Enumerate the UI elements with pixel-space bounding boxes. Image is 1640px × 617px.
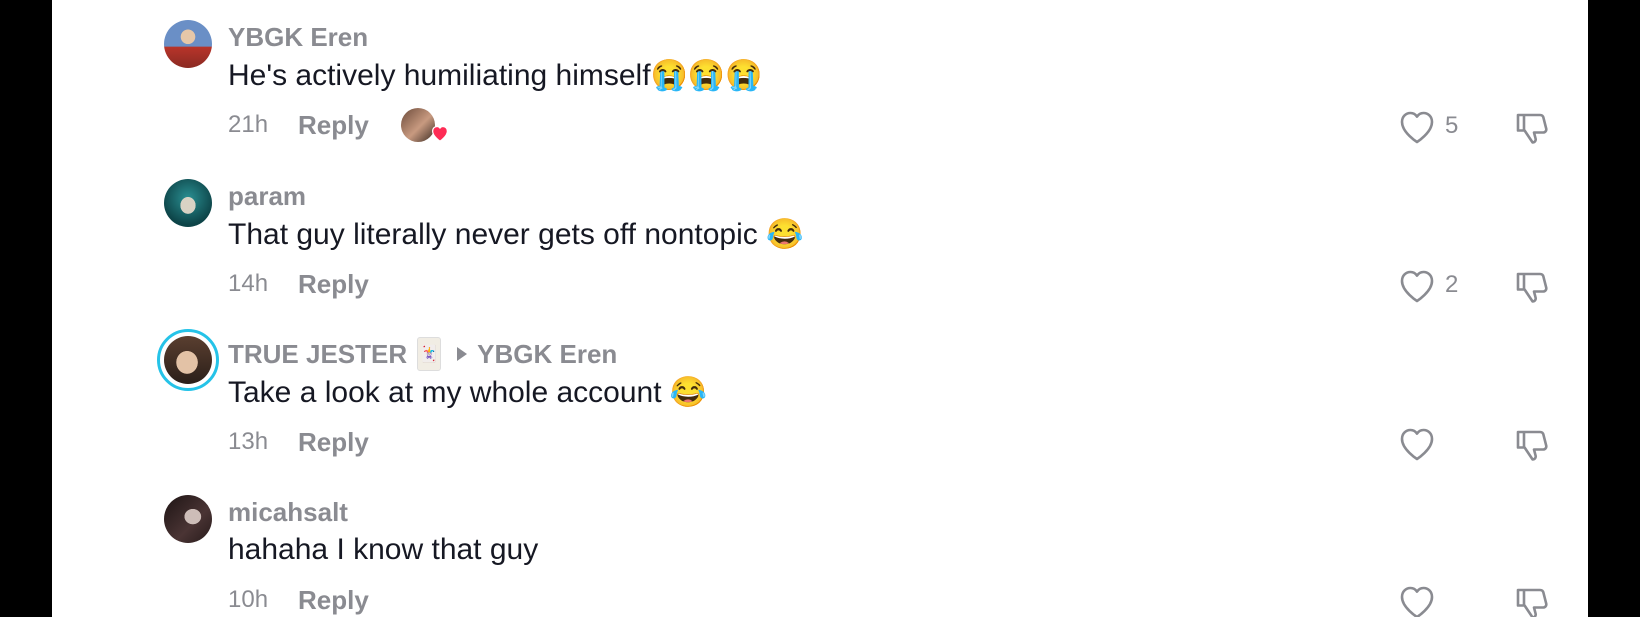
thumbs-down-outline-icon[interactable]: [1512, 267, 1552, 305]
reply-target-username[interactable]: YBGK Eren: [477, 339, 617, 370]
comment-text: He's actively humiliating himself😭😭😭: [228, 59, 763, 92]
comments-panel: YBGK Eren He's actively humiliating hims…: [52, 0, 1588, 617]
comment-text: Take a look at my whole account 😂: [228, 376, 708, 409]
username[interactable]: TRUE JESTER: [228, 339, 407, 370]
thumbs-down-outline-icon[interactable]: [1512, 425, 1552, 463]
jester-card-icon: 🃏: [417, 337, 442, 371]
thumbs-down-outline-icon[interactable]: [1512, 583, 1552, 617]
timestamp: 21h: [228, 111, 269, 138]
reply-button[interactable]: Reply: [298, 269, 369, 300]
comment-meta: 14h Reply: [228, 267, 369, 301]
heart-outline-icon[interactable]: [1397, 108, 1437, 146]
avatar-with-story-ring[interactable]: [157, 329, 219, 391]
comment-item: param That guy literally never gets off …: [52, 159, 1588, 309]
username-row: micahsalt: [228, 495, 348, 529]
avatar[interactable]: [164, 20, 212, 68]
thumbs-down-outline-icon[interactable]: [1512, 108, 1552, 146]
comment-meta: 13h Reply: [228, 425, 369, 459]
username[interactable]: param: [228, 181, 306, 212]
reply-button[interactable]: Reply: [298, 585, 369, 616]
comment-text: hahaha I know that guy: [228, 533, 539, 566]
username-row: TRUE JESTER 🃏 YBGK Eren: [228, 337, 617, 371]
comment-item: micahsalt hahaha I know that guy 10h Rep…: [52, 475, 1588, 617]
comment-text: That guy literally never gets off nontop…: [228, 218, 804, 251]
heart-outline-icon[interactable]: [1397, 425, 1437, 463]
heart-outline-icon[interactable]: [1397, 267, 1437, 305]
reply-button[interactable]: Reply: [298, 427, 369, 458]
comment-item: TRUE JESTER 🃏 YBGK Eren Take a look at m…: [52, 317, 1588, 467]
heart-filled-icon: [432, 125, 448, 142]
username[interactable]: YBGK Eren: [228, 22, 368, 53]
username[interactable]: micahsalt: [228, 497, 348, 528]
username-row: YBGK Eren: [228, 20, 368, 54]
avatar[interactable]: [164, 495, 212, 543]
reply-button[interactable]: Reply: [298, 110, 369, 141]
timestamp: 13h: [228, 428, 269, 455]
timestamp: 10h: [228, 586, 269, 613]
avatar: [164, 336, 212, 384]
comment-meta: 21h Reply: [228, 108, 435, 142]
timestamp: 14h: [228, 270, 269, 297]
avatar[interactable]: [164, 179, 212, 227]
comment-meta: 10h Reply: [228, 583, 369, 617]
comment-item: YBGK Eren He's actively humiliating hims…: [52, 0, 1588, 150]
username-row: param: [228, 179, 306, 213]
caret-right-icon: [457, 347, 468, 361]
like-count: 2: [1445, 271, 1459, 298]
like-count: 5: [1445, 112, 1459, 139]
heart-outline-icon[interactable]: [1397, 583, 1437, 617]
